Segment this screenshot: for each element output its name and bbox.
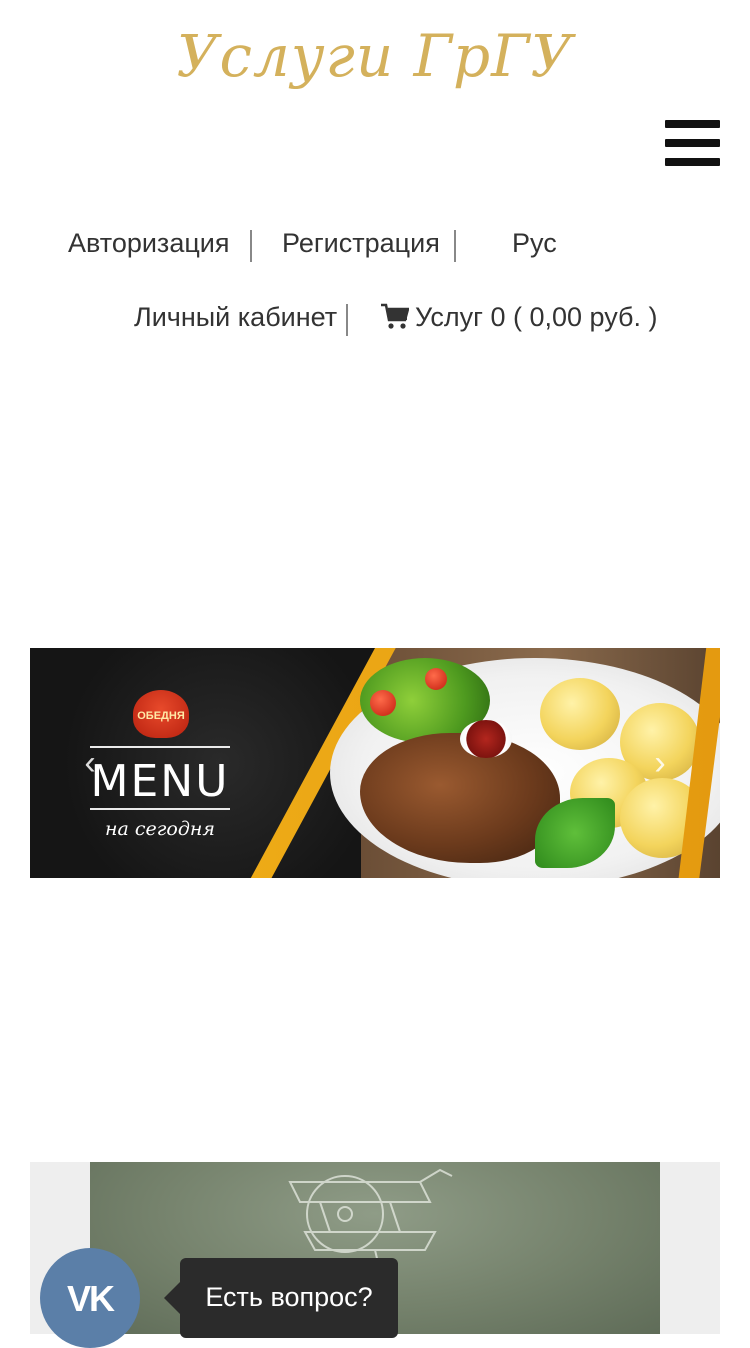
potato-image bbox=[540, 678, 620, 750]
vk-logo-text: VK bbox=[66, 1278, 115, 1319]
tomato-image bbox=[425, 668, 447, 690]
tooltip-text: Есть вопрос? bbox=[205, 1282, 373, 1312]
tomato-image bbox=[370, 690, 396, 716]
shopping-cart-icon[interactable] bbox=[381, 303, 409, 331]
chat-tooltip[interactable]: Есть вопрос? bbox=[164, 1258, 398, 1338]
sauce-bowl-image bbox=[460, 720, 512, 758]
banner-title: MENU bbox=[90, 756, 230, 807]
register-link[interactable]: Регистрация bbox=[282, 228, 440, 259]
nav-divider bbox=[454, 230, 456, 262]
language-selector[interactable]: Рус bbox=[512, 228, 557, 259]
nav-divider bbox=[250, 230, 252, 262]
banner-subtitle: на сегодня bbox=[105, 818, 215, 840]
nav-divider bbox=[346, 304, 348, 336]
account-link[interactable]: Личный кабинет bbox=[134, 302, 337, 333]
menu-banner[interactable]: ОБЕДНЯ MENU на сегодня ‹ › bbox=[30, 648, 720, 878]
chevron-right-icon[interactable]: › bbox=[645, 743, 675, 783]
site-logo[interactable]: Услуги ГрГУ bbox=[0, 22, 750, 90]
hamburger-menu-icon[interactable] bbox=[665, 120, 720, 166]
cart-summary[interactable]: Услуг 0 ( 0,00 руб. ) bbox=[415, 302, 658, 333]
menu-rule-top bbox=[90, 746, 230, 748]
chevron-left-icon[interactable]: ‹ bbox=[75, 743, 105, 783]
tooltip-tail bbox=[164, 1282, 180, 1314]
login-link[interactable]: Авторизация bbox=[68, 228, 230, 259]
brand-badge: ОБЕДНЯ bbox=[133, 690, 189, 738]
menu-rule-bottom bbox=[90, 808, 230, 810]
vk-icon[interactable]: VK bbox=[40, 1248, 140, 1348]
